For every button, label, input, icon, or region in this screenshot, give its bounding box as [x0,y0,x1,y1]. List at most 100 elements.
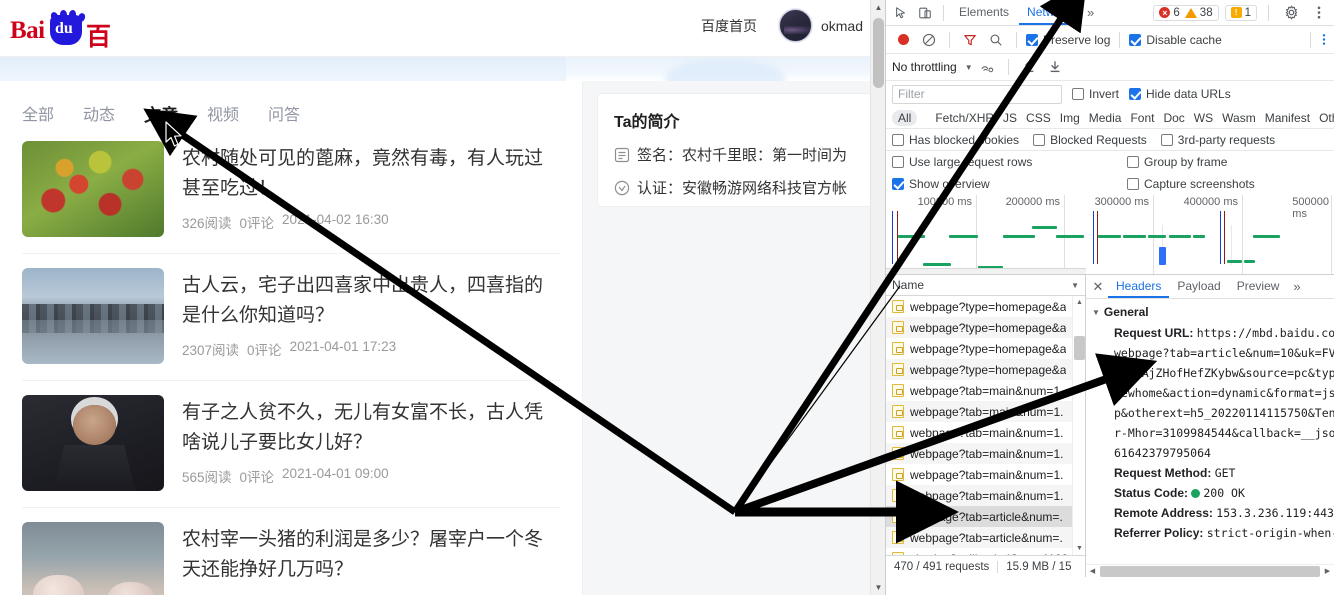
table-row[interactable]: webpage?type=homepage&a [886,317,1085,338]
article-title[interactable]: 农村宰一头猪的利润是多少？屠宰户一个冬天还能挣好几万吗？ [182,524,560,584]
third-party-requests-checkbox[interactable]: 3rd-party requests [1160,133,1275,147]
type-filter-all[interactable]: All [892,109,918,126]
network-overview-timeline[interactable]: 100000 ms 200000 ms 300000 ms 400000 ms … [886,195,1334,275]
article-title[interactable]: 农村随处可见的蓖麻，竟然有毒，有人玩过甚至吃过！ [182,143,560,203]
scroll-up-icon[interactable]: ▲ [1073,296,1085,309]
table-row[interactable]: webpage?type=homepage&a [886,359,1085,380]
sort-chevron-icon[interactable]: ▼ [1071,281,1079,290]
table-row[interactable]: webpage?type=homepage&a [886,338,1085,359]
table-row[interactable]: webpage?tab=main&num=1. [886,380,1085,401]
has-blocked-cookies-checkbox[interactable]: Has blocked cookies [892,133,1019,147]
info-counter[interactable]: ! 1 [1230,7,1251,19]
type-filter-doc[interactable]: Doc [1163,111,1184,125]
filter-icon[interactable] [959,29,981,51]
show-overview-checkbox[interactable]: Show overview [892,177,1127,191]
table-row[interactable]: webpage?tab=article&num=. [886,527,1085,548]
close-icon[interactable]: ✕ [1088,277,1108,297]
search-icon[interactable] [985,29,1007,51]
tab-preview[interactable]: Preview [1229,275,1288,298]
error-counter[interactable]: × 6 [1159,7,1180,19]
baidu-logo[interactable]: Bai du 百度 [10,9,132,87]
use-large-rows-checkbox[interactable]: Use large request rows [892,155,1127,169]
scroll-right-icon[interactable]: ▶ [1321,565,1334,578]
tab-dynamic[interactable]: 动态 [83,105,115,127]
tab-all[interactable]: 全部 [22,105,54,127]
type-filter-manifest[interactable]: Manifest [1265,111,1310,125]
record-button[interactable] [892,29,914,51]
hide-data-urls-checkbox[interactable]: Hide data URLs [1129,87,1231,101]
table-row[interactable]: webpage?tab=main&num=1. [886,422,1085,443]
table-row-selected[interactable]: webpage?tab=article&num=. [886,506,1085,527]
general-section-header[interactable]: ▼ General [1086,303,1334,323]
more-detail-tabs-icon[interactable]: » [1287,279,1306,294]
scrollbar-thumb[interactable] [1074,336,1085,360]
tab-headers[interactable]: Headers [1108,275,1169,298]
request-list[interactable]: webpage?type=homepage&a webpage?type=hom… [886,296,1085,555]
type-filter-wasm[interactable]: Wasm [1222,111,1256,125]
type-filter-img[interactable]: Img [1060,111,1080,125]
table-row[interactable]: webpage?tab=main&num=1. [886,485,1085,506]
scrollbar-thumb[interactable] [1100,565,1320,577]
tab-qa[interactable]: 问答 [268,105,300,127]
list-item[interactable]: 有子之人贫不久，无儿有女富不长，古人凭啥说儿子要比女儿好？ 565阅读 0评论 … [22,381,560,508]
baidu-home-link[interactable]: 百度首页 [701,16,757,36]
group-by-frame-checkbox[interactable]: Group by frame [1127,155,1328,169]
type-filter-css[interactable]: CSS [1026,111,1051,125]
filter-input[interactable] [892,84,1062,104]
list-item[interactable]: 农村宰一头猪的利润是多少？屠宰户一个冬天还能挣好几万吗？ [22,508,560,595]
clear-button[interactable] [918,29,940,51]
table-row[interactable]: webpage?tab=main&num=1. [886,464,1085,485]
tab-elements[interactable]: Elements [951,0,1017,25]
tab-network[interactable]: Network [1019,0,1079,25]
type-filter-other[interactable]: Other [1319,111,1334,125]
request-list-scrollbar[interactable]: ▲ ▼ [1072,296,1085,555]
list-item[interactable]: 农村随处可见的蓖麻，竟然有毒，有人玩过甚至吃过！ 326阅读 0评论 2021-… [22,127,560,254]
type-filter-js[interactable]: JS [1003,111,1017,125]
detail-horizontal-scrollbar[interactable]: ◀ ▶ [1086,564,1334,577]
table-row[interactable]: webpage?tab=main&num=1. [886,401,1085,422]
throttling-select[interactable]: No throttling [892,60,957,74]
scroll-down-icon[interactable]: ▼ [1073,542,1085,555]
info-badge[interactable]: ! 1 [1224,4,1257,21]
request-url-value-line: 61642379795064 [1114,446,1211,460]
tab-article[interactable]: 文章 [144,105,178,127]
disable-cache-checkbox[interactable]: Disable cache [1129,33,1222,47]
network-conditions-icon[interactable] [977,56,999,78]
list-item[interactable]: 古人云，宅子出四喜家中出贵人，四喜指的是什么你知道吗？ 2307阅读 0评论 2… [22,254,560,381]
status-badge[interactable]: × 6 38 [1153,4,1219,21]
blocked-requests-checkbox[interactable]: Blocked Requests [1033,133,1147,147]
preserve-log-checkbox[interactable]: Preserve log [1026,33,1110,47]
tab-video[interactable]: 视频 [207,105,239,127]
scroll-left-icon[interactable]: ◀ [1086,565,1099,578]
table-row[interactable]: webpage?tab=main&num=1. [886,443,1085,464]
gear-icon[interactable] [1280,2,1302,24]
more-options-icon[interactable] [1308,2,1330,24]
chevron-down-icon[interactable]: ▼ [965,63,973,72]
page-scrollbar[interactable]: ▲ ▼ [870,0,885,595]
inspect-element-icon[interactable] [890,2,912,24]
export-har-icon[interactable] [1044,56,1066,78]
invert-checkbox[interactable]: Invert [1072,87,1119,101]
column-header-name[interactable]: Name [892,278,924,292]
article-title[interactable]: 古人云，宅子出四喜家中出贵人，四喜指的是什么你知道吗？ [182,270,560,330]
warning-counter[interactable]: 38 [1184,7,1213,19]
table-row[interactable]: webpage?type=homepage&a [886,296,1085,317]
device-toolbar-icon[interactable] [914,2,936,24]
tab-payload[interactable]: Payload [1169,275,1228,298]
article-title[interactable]: 有子之人贫不久，无儿有女富不长，古人凭啥说儿子要比女儿好？ [182,397,560,457]
type-filter-font[interactable]: Font [1130,111,1154,125]
scroll-down-icon[interactable]: ▼ [871,580,885,595]
user-menu[interactable]: okmad [778,9,863,42]
scroll-up-icon[interactable]: ▲ [871,0,885,15]
type-filter-media[interactable]: Media [1089,111,1122,125]
import-har-icon[interactable] [1018,56,1040,78]
settings-overflow-icon[interactable] [1320,29,1328,51]
more-panels-icon[interactable]: » [1081,5,1100,20]
overview-selection-window[interactable] [886,268,1086,274]
capture-screenshots-checkbox[interactable]: Capture screenshots [1127,177,1328,191]
type-filter-fetch-xhr[interactable]: Fetch/XHR [935,111,994,125]
scrollbar-thumb[interactable] [873,18,884,88]
table-row[interactable]: viewlog?callback=jQuery1102 [886,548,1085,555]
type-filter-ws[interactable]: WS [1194,111,1213,125]
avatar[interactable] [778,9,812,42]
